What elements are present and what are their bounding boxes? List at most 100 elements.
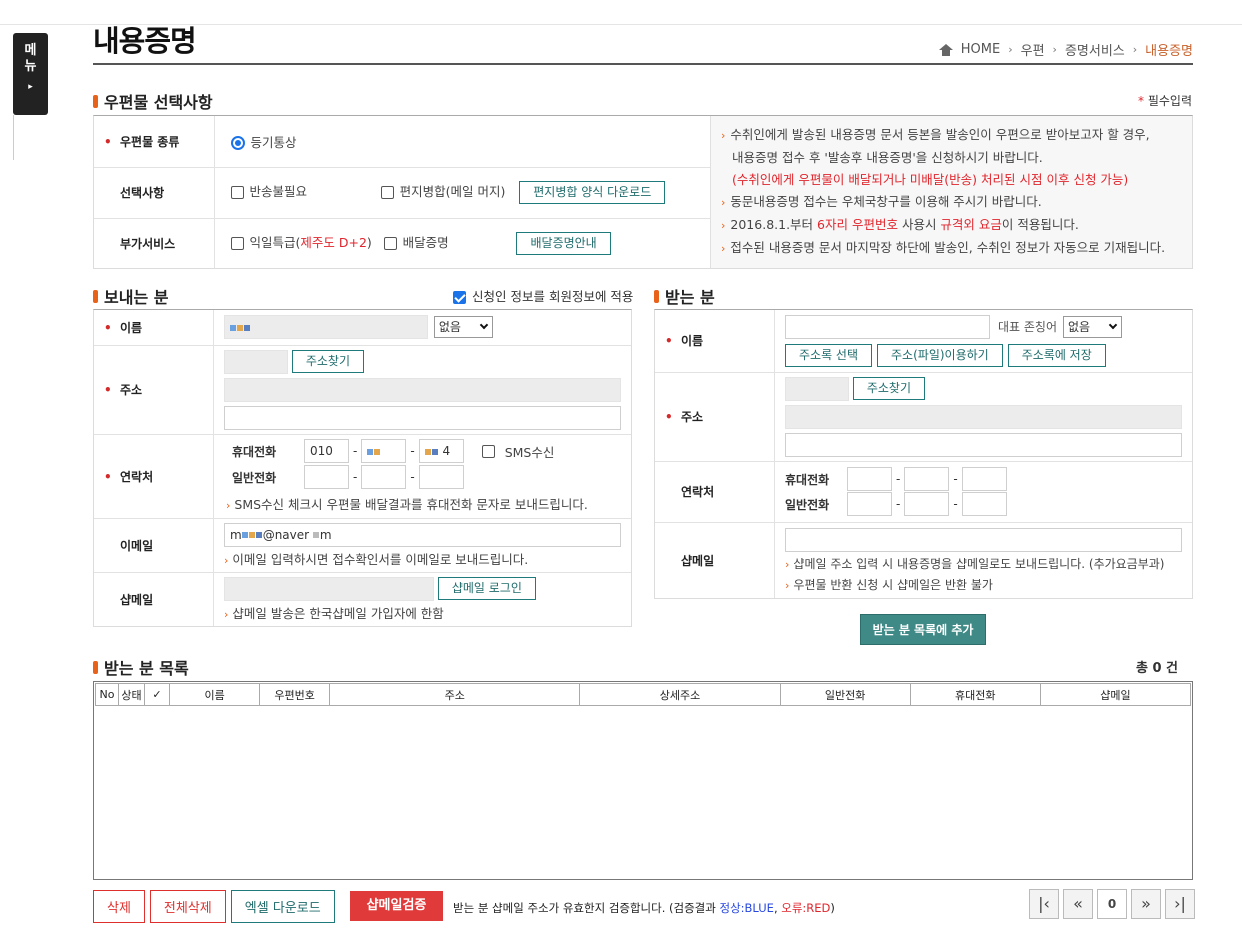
- verify-note: 받는 분 샵메일 주소가 유효한지 검증합니다. (검증결과 정상:BLUE, …: [453, 901, 835, 915]
- side-menu-label-1: 메: [24, 43, 37, 58]
- page-next-icon[interactable]: »: [1131, 889, 1161, 919]
- section-title-receiver: 받는 분: [654, 284, 715, 308]
- dash: -: [953, 497, 958, 511]
- receiver-zipcode-input[interactable]: [785, 376, 849, 401]
- sms-checkbox[interactable]: [481, 444, 495, 458]
- sender-honorific-select[interactable]: 없음: [433, 316, 493, 339]
- sender-address-input[interactable]: [224, 377, 621, 402]
- receiver-shopmail-label: 샵메일: [655, 522, 775, 598]
- sender-zipcode-input[interactable]: [224, 349, 288, 374]
- merge-label: 편지병합(메일 머지): [399, 184, 506, 199]
- receiver-phone-2[interactable]: [904, 492, 950, 516]
- mail-type-radio[interactable]: [230, 136, 245, 151]
- breadcrumb: HOME › 우편 › 증명서비스 › 내용증명: [938, 40, 1193, 59]
- receiver-address-input[interactable]: [785, 404, 1182, 429]
- receiver-phone-3[interactable]: [961, 492, 1007, 516]
- receiver-name-input[interactable]: [785, 314, 990, 339]
- mail-options-panel: • 우편물 종류 등기통상 선택사항 반송불필요 편지병합(메일 머지) 편지병합…: [93, 115, 1193, 269]
- sender-email-input[interactable]: m @naver m: [224, 522, 621, 547]
- delivery-cert-checkbox[interactable]: [383, 236, 397, 250]
- info-line: › 수취인에게 발송된 내용증명 문서 등본을 발송인이 우편으로 받아보고자 할…: [721, 127, 1150, 142]
- section-title-mail-options: 우편물 선택사항: [93, 89, 213, 113]
- col-address-detail: 상세주소: [579, 683, 781, 706]
- side-menu-toggle[interactable]: 메 뉴 ▸: [13, 33, 48, 115]
- addr-file-button[interactable]: 주소(파일)이용하기: [877, 343, 1003, 367]
- receiver-shopmail-note-1: › 샵메일 주소 입력 시 내용증명을 샵메일로도 보내드립니다. (추가요금부과…: [785, 556, 1165, 571]
- page-first-icon[interactable]: |‹: [1029, 889, 1059, 919]
- no-return-label: 반송불필요: [249, 184, 308, 199]
- breadcrumb-home[interactable]: HOME: [961, 42, 1000, 57]
- receiver-form: • 이름 대표 존칭어 없음 주소록 선택 주소(파일)이용하기 주소록에 저장 …: [654, 309, 1193, 599]
- merge-download-button[interactable]: 편지병합 양식 다운로드: [519, 181, 666, 204]
- dash: -: [896, 497, 901, 511]
- section-marker: [93, 94, 98, 108]
- section-title-text: 우편물 선택사항: [104, 93, 213, 112]
- merge-checkbox[interactable]: [380, 186, 394, 199]
- breadcrumb-item-cert-service[interactable]: 증명서비스: [1065, 40, 1125, 59]
- receiver-mobile-2[interactable]: [904, 467, 950, 491]
- page-number[interactable]: 0: [1097, 889, 1127, 919]
- sender-mobile-2[interactable]: [361, 439, 407, 463]
- sender-find-address-button[interactable]: 주소찾기: [291, 350, 364, 373]
- breadcrumb-item-current[interactable]: 내용증명: [1145, 40, 1193, 59]
- express-label: 익일특급(제주도 D+2): [249, 234, 372, 250]
- required-note-text: 필수입력: [1147, 94, 1192, 108]
- page-title: 내용증명: [93, 24, 197, 58]
- sender-phone-2[interactable]: [361, 465, 407, 489]
- receiver-address-label: • 주소: [655, 372, 775, 462]
- info-line-warning: (수취인에게 우편물이 배달되거나 미배달(반송) 처리된 시점 이후 신청 가…: [732, 172, 1129, 187]
- sender-shopmail-input[interactable]: [224, 576, 434, 601]
- sender-email-label: 이메일: [94, 518, 214, 573]
- sender-phone-1[interactable]: [304, 465, 349, 489]
- express-checkbox[interactable]: [230, 236, 244, 250]
- sender-shopmail-label: 샵메일: [94, 572, 214, 626]
- col-mobile: 휴대전화: [909, 683, 1041, 706]
- sender-mobile-label: 휴대전화: [232, 444, 277, 459]
- receiver-mobile-1[interactable]: [847, 467, 892, 491]
- addrbook-save-button[interactable]: 주소록에 저장: [1007, 343, 1106, 367]
- sender-contact-label: • 연락처: [94, 434, 214, 519]
- section-title-text: 받는 분 목록: [104, 659, 189, 678]
- section-title-text: 보내는 분: [104, 288, 169, 307]
- page-prev-icon[interactable]: «: [1063, 889, 1093, 919]
- excel-download-button[interactable]: 엑셀 다운로드: [230, 890, 335, 923]
- recipient-total: 총 0 건: [1135, 661, 1178, 676]
- side-menu-label-2: 뉴: [24, 59, 37, 74]
- sender-name-input[interactable]: [224, 315, 428, 340]
- dash: -: [896, 472, 901, 486]
- mail-type-option[interactable]: 등기통상: [214, 116, 710, 168]
- shopmail-login-button[interactable]: 샵메일 로그인: [437, 577, 536, 601]
- sender-mobile-3[interactable]: 4: [418, 439, 464, 463]
- no-return-checkbox[interactable]: [230, 186, 244, 199]
- add-to-list-button[interactable]: 받는 분 목록에 추가: [860, 614, 986, 645]
- sender-phone-3[interactable]: [418, 465, 464, 489]
- sender-address-detail-input[interactable]: [224, 405, 621, 430]
- delivery-guide-button[interactable]: 배달증명안내: [516, 231, 611, 255]
- page-last-icon[interactable]: ›|: [1165, 889, 1195, 919]
- receiver-address-detail-input[interactable]: [785, 432, 1182, 457]
- col-zipcode: 우편번호: [259, 683, 331, 706]
- apply-member-info[interactable]: 신청인 정보를 회원정보에 적용: [453, 286, 633, 305]
- title-underline: [93, 63, 1193, 65]
- shopmail-note: › 샵메일 발송은 한국샵메일 가입자에 한함: [224, 605, 444, 621]
- delete-all-button[interactable]: 전체삭제: [149, 890, 226, 923]
- receiver-honorific-select[interactable]: 없음: [1063, 315, 1123, 338]
- shopmail-verify-button[interactable]: 샵메일검증: [350, 891, 443, 921]
- mail-type-value: 등기통상: [250, 134, 297, 150]
- delete-button[interactable]: 삭제: [93, 890, 145, 923]
- breadcrumb-item-post[interactable]: 우편: [1021, 40, 1045, 59]
- dash: -: [353, 444, 358, 458]
- email-note: › 이메일 입력하시면 접수확인서를 이메일로 보내드립니다.: [224, 551, 529, 567]
- receiver-mobile-3[interactable]: [961, 467, 1007, 491]
- options-cell: 반송불필요 편지병합(메일 머지) 편지병합 양식 다운로드: [214, 167, 710, 219]
- receiver-find-address-button[interactable]: 주소찾기: [852, 377, 925, 400]
- sender-mobile-1[interactable]: 010: [304, 439, 349, 463]
- receiver-shopmail-input[interactable]: [785, 527, 1182, 552]
- section-marker: [654, 289, 659, 303]
- apply-member-info-checkbox[interactable]: [453, 291, 466, 304]
- receiver-phone-1[interactable]: [847, 492, 892, 516]
- info-line: › 동문내용증명 접수는 우체국창구를 이용해 주시기 바랍니다.: [721, 194, 1042, 209]
- addrbook-select-button[interactable]: 주소록 선택: [785, 343, 873, 367]
- col-select-all[interactable]: ✓: [144, 683, 171, 706]
- col-shopmail: 샵메일: [1039, 683, 1192, 706]
